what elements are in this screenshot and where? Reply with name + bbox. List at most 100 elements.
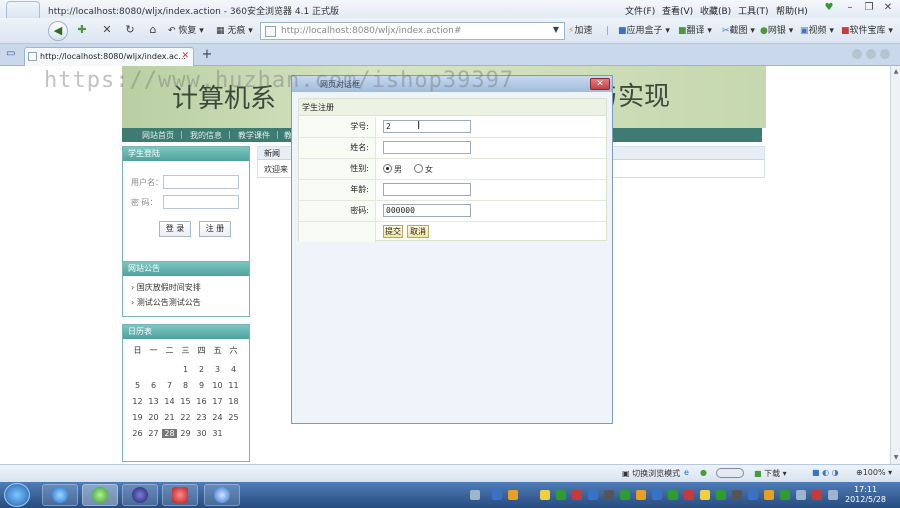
new-tab-button[interactable]: + <box>198 47 216 63</box>
calendar-day[interactable]: 21 <box>162 413 177 422</box>
tray-keyboard-icon[interactable] <box>470 490 480 500</box>
netbank-button[interactable]: ●网银 ▾ <box>760 22 793 40</box>
close-window-button[interactable]: ✕ <box>881 2 895 14</box>
address-dropdown-icon[interactable]: ▼ <box>550 25 562 37</box>
tray-app2-icon[interactable] <box>588 490 598 500</box>
tray-net-icon[interactable] <box>492 490 502 500</box>
forward-button[interactable]: ✚ <box>72 21 92 41</box>
calendar-day[interactable]: 7 <box>162 381 177 390</box>
tray-app5-icon[interactable] <box>636 490 646 500</box>
tab-menu-icon[interactable] <box>880 49 890 59</box>
taskbar-360-browser[interactable] <box>82 484 118 506</box>
calendar-day[interactable]: 9 <box>194 381 209 390</box>
menu-help[interactable]: 帮助(H) <box>776 4 808 17</box>
name-input[interactable] <box>383 141 471 154</box>
back-button[interactable]: ◀ <box>48 21 68 41</box>
tray-app11-icon[interactable] <box>732 490 742 500</box>
tray-app7-icon[interactable] <box>668 490 678 500</box>
ie-mode-icon[interactable]: e <box>684 468 689 477</box>
mode-toggle[interactable] <box>716 468 744 478</box>
status-tools-icon[interactable]: ■ ◐ ◑ <box>812 468 839 477</box>
calendar-day[interactable]: 12 <box>130 397 145 406</box>
tab-active[interactable]: http://localhost:8080/wljx/index.ac... ✕ <box>24 47 194 66</box>
tray-app15-icon[interactable] <box>796 490 806 500</box>
screenshot-button[interactable]: ✂截图 ▾ <box>722 22 755 40</box>
calendar-day[interactable]: 18 <box>226 397 241 406</box>
cancel-button[interactable]: 取消 <box>407 225 429 238</box>
scroll-down-icon[interactable]: ▼ <box>892 454 900 462</box>
dialog-close-button[interactable]: ✕ <box>590 78 610 90</box>
refresh-button[interactable]: ↻ <box>120 21 140 41</box>
page-scrollbar[interactable]: ▲ ▼ <box>890 66 900 464</box>
nav-courseware[interactable]: 教学课件 <box>238 130 270 141</box>
calendar-day-today[interactable]: 28 <box>162 429 177 438</box>
age-input[interactable] <box>383 183 471 196</box>
address-bar[interactable]: http://localhost:8080/wljx/index.action#… <box>260 22 565 40</box>
calendar-day[interactable]: 13 <box>146 397 161 406</box>
tray-qq-icon[interactable] <box>540 490 550 500</box>
calendar-day[interactable]: 10 <box>210 381 225 390</box>
speedup-button[interactable]: ⚡加速 <box>568 22 592 40</box>
tab-scroll-left-icon[interactable] <box>852 49 862 59</box>
scroll-up-icon[interactable]: ▲ <box>892 68 900 76</box>
calendar-day[interactable]: 24 <box>210 413 225 422</box>
zoom-control[interactable]: ⊕100% ▾ <box>856 468 892 477</box>
notice-item[interactable]: › 测试公告测试公告 <box>131 297 201 308</box>
download-button[interactable]: ■ 下载 ▾ <box>754 468 787 479</box>
speed-mode-icon[interactable]: ● <box>700 468 707 477</box>
calendar-day[interactable]: 31 <box>210 429 225 438</box>
software-button[interactable]: ■软件宝库 ▾ <box>841 22 893 40</box>
calendar-day[interactable]: 27 <box>146 429 161 438</box>
taskbar-clock[interactable]: 17:11 2012/5/28 <box>845 485 886 505</box>
taskbar-feiq[interactable] <box>204 484 240 506</box>
submit-button[interactable]: 提交 <box>383 225 403 238</box>
taskbar-app[interactable] <box>162 484 198 506</box>
gender-male-radio[interactable] <box>383 164 392 173</box>
tray-app6-icon[interactable] <box>652 490 662 500</box>
skin-icon[interactable]: ♥ <box>822 2 836 14</box>
sidebar-toggle-icon[interactable]: ▭ <box>6 48 15 59</box>
tray-app10-icon[interactable] <box>716 490 726 500</box>
student-no-input[interactable]: 2 <box>383 120 471 133</box>
calendar-day[interactable]: 25 <box>226 413 241 422</box>
calendar-day[interactable]: 16 <box>194 397 209 406</box>
calendar-day[interactable]: 26 <box>130 429 145 438</box>
calendar-day[interactable]: 19 <box>130 413 145 422</box>
menu-file[interactable]: 文件(F) <box>625 4 655 17</box>
calendar-day[interactable]: 22 <box>178 413 193 422</box>
tray-app16-icon[interactable] <box>812 490 822 500</box>
switch-mode-button[interactable]: ▣ 切换浏览模式 <box>622 468 680 479</box>
restore-button[interactable]: ❐ <box>862 2 876 14</box>
tray-app13-icon[interactable] <box>764 490 774 500</box>
calendar-day[interactable]: 5 <box>130 381 145 390</box>
tray-app8-icon[interactable] <box>684 490 694 500</box>
calendar-day[interactable]: 1 <box>178 365 193 374</box>
notice-item[interactable]: › 国庆放假时间安排 <box>131 282 201 293</box>
calendar-day[interactable]: 4 <box>226 365 241 374</box>
tray-volume-icon[interactable] <box>828 490 838 500</box>
calendar-day[interactable]: 15 <box>178 397 193 406</box>
calendar-day[interactable]: 17 <box>210 397 225 406</box>
calendar-day[interactable]: 30 <box>194 429 209 438</box>
tab-close-icon[interactable]: ✕ <box>181 51 189 61</box>
calendar-day[interactable]: 11 <box>226 381 241 390</box>
taskbar-eclipse[interactable] <box>122 484 158 506</box>
tab-scroll-right-icon[interactable] <box>866 49 876 59</box>
no-trace-button[interactable]: ▦ 无痕 ▾ <box>216 22 253 40</box>
menu-tools[interactable]: 工具(T) <box>738 4 769 17</box>
menu-favorites[interactable]: 收藏(B) <box>700 4 731 17</box>
calendar-day[interactable]: 6 <box>146 381 161 390</box>
nav-home[interactable]: 网站首页 <box>142 130 174 141</box>
tray-app14-icon[interactable] <box>780 490 790 500</box>
calendar-day[interactable]: 8 <box>178 381 193 390</box>
calendar-day[interactable]: 2 <box>194 365 209 374</box>
translate-button[interactable]: ■翻译 ▾ <box>678 22 712 40</box>
home-button[interactable]: ⌂ <box>143 21 163 41</box>
tray-security-icon[interactable] <box>556 490 566 500</box>
taskbar-ie[interactable] <box>42 484 78 506</box>
login-button[interactable]: 登 录 <box>159 221 191 237</box>
password-input[interactable] <box>163 195 239 209</box>
menu-view[interactable]: 查看(V) <box>662 4 693 17</box>
register-button[interactable]: 注 册 <box>199 221 231 237</box>
calendar-day[interactable]: 20 <box>146 413 161 422</box>
